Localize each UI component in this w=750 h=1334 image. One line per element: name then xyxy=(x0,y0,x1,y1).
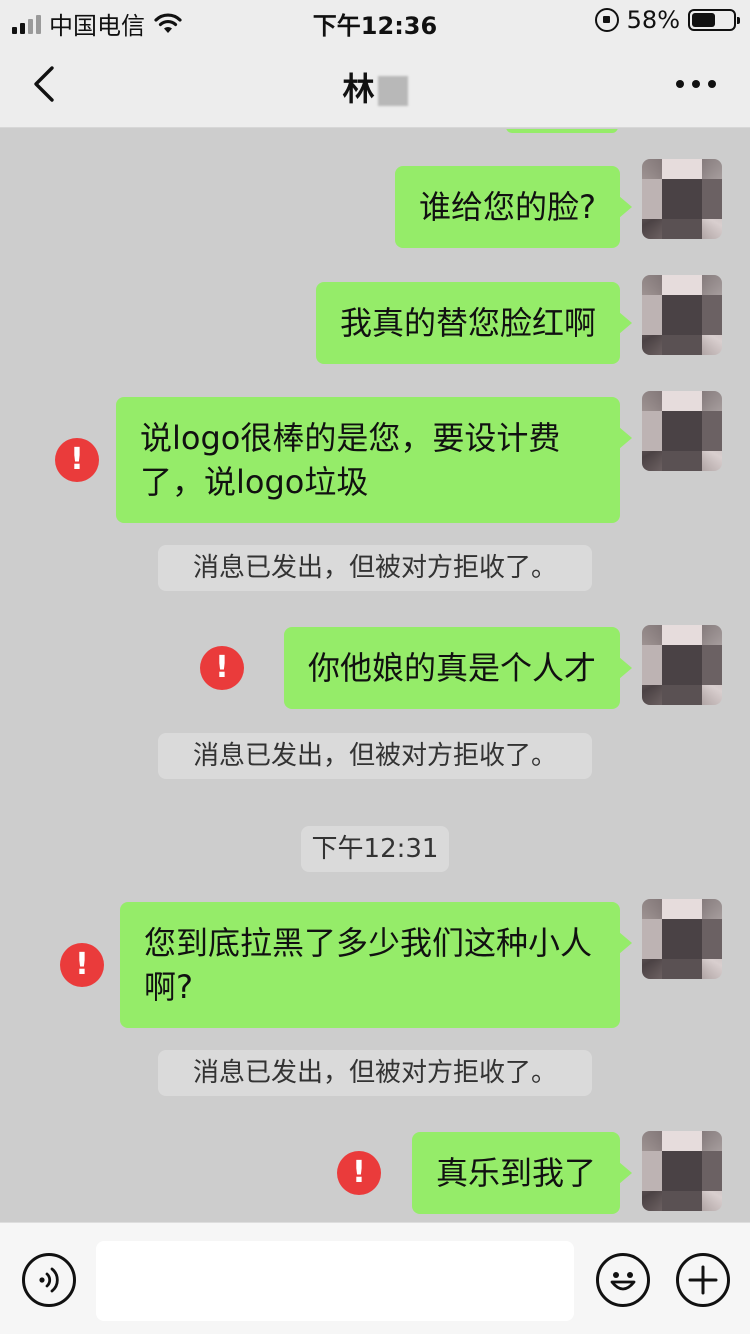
rotation-lock-icon xyxy=(594,8,619,32)
name-pixelated-mask xyxy=(377,76,408,106)
emoji-icon xyxy=(610,1272,636,1291)
system-notice: 消息已发出，但被对方拒收了。 xyxy=(158,1050,592,1096)
plus-icon xyxy=(688,1265,718,1295)
send-failed-icon[interactable]: ! xyxy=(55,438,99,482)
message-bubble[interactable]: 真乐到我了 xyxy=(411,1132,633,1214)
avatar[interactable] xyxy=(642,1131,722,1211)
avatar[interactable] xyxy=(642,159,722,239)
input-bar xyxy=(0,1222,750,1334)
status-right: 58% xyxy=(594,6,740,34)
chat-title: 林 xyxy=(0,64,750,110)
voice-icon xyxy=(39,1267,59,1293)
battery-fill xyxy=(692,13,715,27)
avatar[interactable] xyxy=(642,275,722,355)
more-icon xyxy=(676,80,684,88)
previous-message-bubble xyxy=(506,129,618,133)
send-failed-icon[interactable]: ! xyxy=(60,943,104,987)
status-bar: 中国电信 下午12:36 58% xyxy=(0,0,750,40)
voice-button[interactable] xyxy=(22,1253,76,1307)
battery-icon xyxy=(688,9,740,31)
system-notice: 消息已发出，但被对方拒收了。 xyxy=(158,733,592,779)
avatar[interactable] xyxy=(642,391,722,471)
chat-area[interactable]: 谁给您的脸? 我真的替您脸红啊 ! 说logo很棒的是您，要设计费了，说logo… xyxy=(0,129,750,1222)
nav-bar: 林 xyxy=(0,40,750,128)
battery-percent: 58% xyxy=(626,6,680,34)
message-bubble[interactable]: 我真的替您脸红啊 xyxy=(315,282,633,364)
send-failed-icon[interactable]: ! xyxy=(200,646,244,690)
message-bubble[interactable]: 谁给您的脸? xyxy=(395,166,632,248)
message-input[interactable] xyxy=(96,1241,574,1321)
avatar[interactable] xyxy=(642,625,722,705)
system-notice: 消息已发出，但被对方拒收了。 xyxy=(158,545,592,591)
emoji-button[interactable] xyxy=(596,1253,650,1307)
send-failed-icon[interactable]: ! xyxy=(337,1151,381,1195)
more-functions-button[interactable] xyxy=(676,1253,730,1307)
avatar[interactable] xyxy=(642,899,722,979)
message-bubble[interactable]: 您到底拉黑了多少我们这种小人啊? xyxy=(120,902,632,1028)
more-button[interactable] xyxy=(676,74,720,94)
contact-name: 林 xyxy=(342,70,376,108)
message-bubble[interactable]: 说logo很棒的是您，要设计费了，说logo垃圾 xyxy=(116,397,632,523)
message-bubble[interactable]: 你他娘的真是个人才 xyxy=(283,627,633,709)
timestamp: 下午12:31 xyxy=(301,826,449,872)
